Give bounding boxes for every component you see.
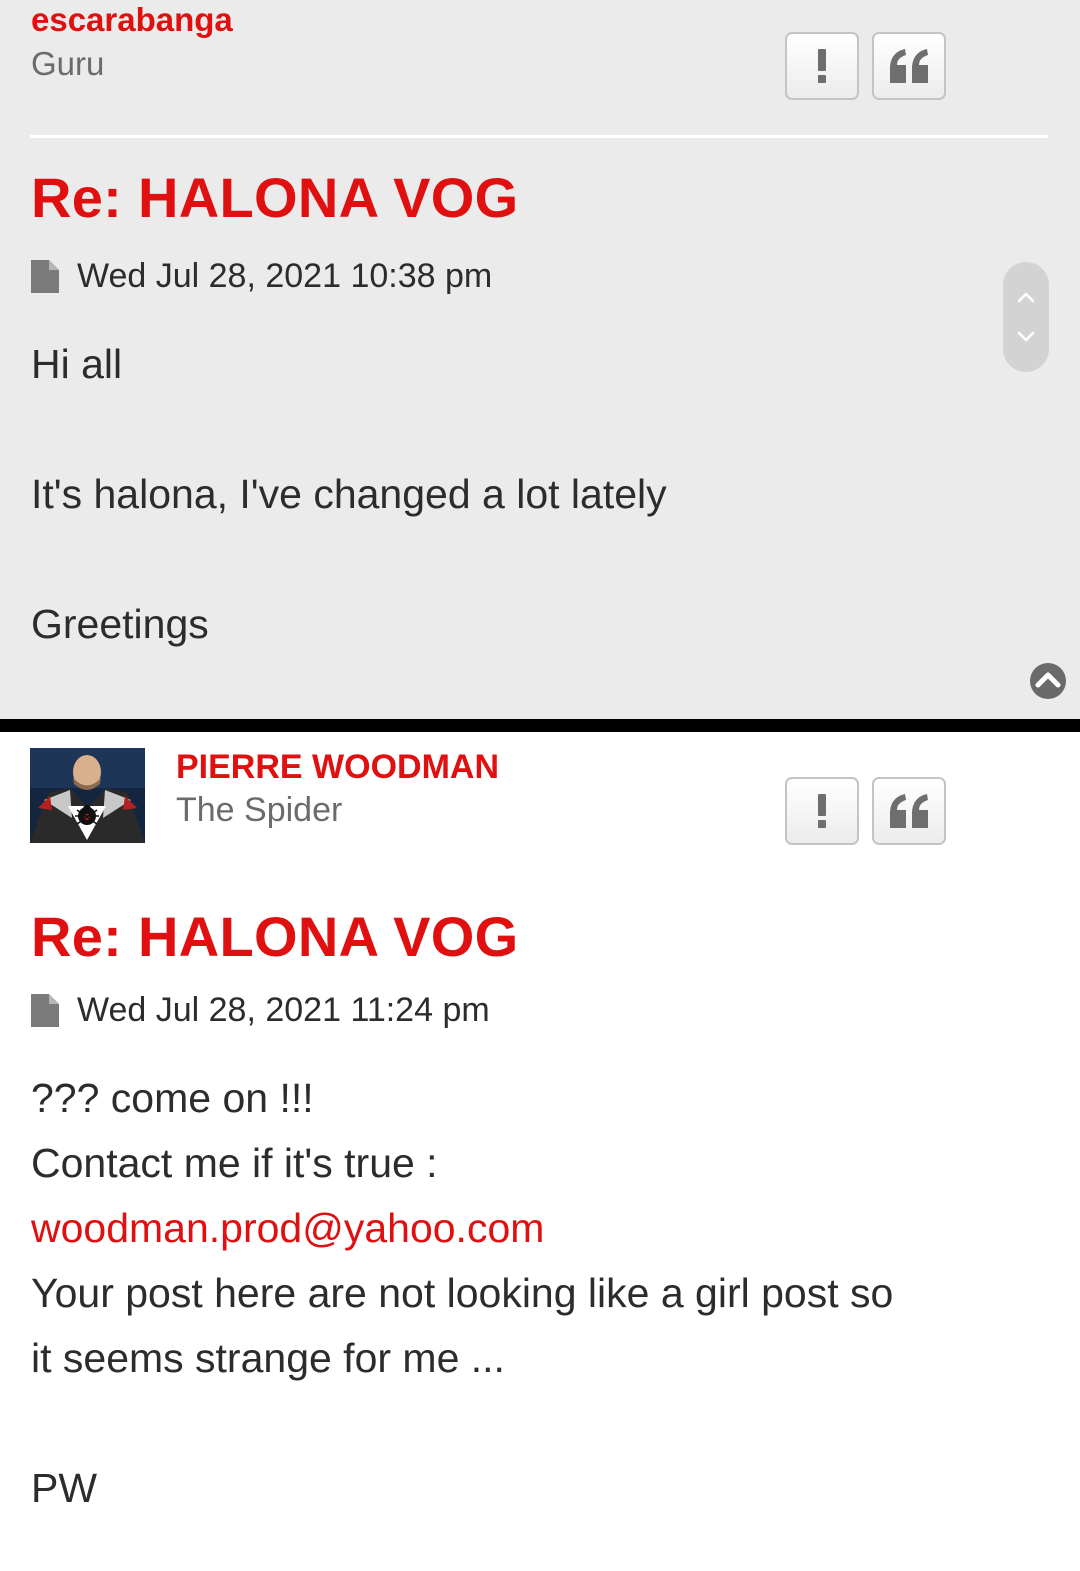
exclamation-icon xyxy=(818,49,826,83)
post-date: Wed Jul 28, 2021 11:24 pm xyxy=(77,990,490,1029)
report-button[interactable] xyxy=(785,32,859,100)
post-content: ??? come on !!! Contact me if it's true … xyxy=(31,1066,893,1521)
exclamation-icon xyxy=(818,794,826,828)
post-separator xyxy=(0,719,1080,732)
post-signature: PW xyxy=(31,1465,98,1511)
post-author[interactable]: PIERRE WOODMAN xyxy=(176,746,499,788)
post-line: Greetings xyxy=(31,601,209,647)
avatar[interactable] xyxy=(30,748,145,843)
post-title[interactable]: Re: HALONA VOG xyxy=(31,166,518,230)
quote-icon xyxy=(890,49,928,83)
post-line: Hi all xyxy=(31,341,123,387)
email-link[interactable]: woodman.prod@yahoo.com xyxy=(31,1205,544,1251)
post-divider xyxy=(30,135,1048,138)
document-icon[interactable] xyxy=(31,993,59,1027)
back-to-top-icon[interactable] xyxy=(1029,662,1067,700)
quote-button[interactable] xyxy=(872,32,946,100)
page-scroller[interactable] xyxy=(1003,262,1049,372)
post-line: Contact me if it's true : xyxy=(31,1140,438,1186)
author-rank: The Spider xyxy=(176,791,343,829)
post-line: ??? come on !!! xyxy=(31,1075,314,1121)
quote-icon xyxy=(890,794,928,828)
post-title[interactable]: Re: HALONA VOG xyxy=(31,905,518,969)
post-meta: Wed Jul 28, 2021 11:24 pm xyxy=(31,989,490,1031)
author-rank: Guru xyxy=(31,45,105,82)
quote-button[interactable] xyxy=(872,777,946,845)
document-icon[interactable] xyxy=(31,259,59,293)
post-line: it seems strange for me ... xyxy=(31,1335,505,1381)
post-1: escarabanga Guru Re: HALONA VOG Wed Jul … xyxy=(0,0,1080,719)
post-line: It's halona, I've changed a lot lately xyxy=(31,471,667,517)
post-line: Your post here are not looking like a gi… xyxy=(31,1270,894,1316)
post-meta: Wed Jul 28, 2021 10:38 pm xyxy=(31,255,492,297)
post-content: Hi all It's halona, I've changed a lot l… xyxy=(31,332,667,657)
chevron-up-icon[interactable] xyxy=(1016,288,1036,308)
report-button[interactable] xyxy=(785,777,859,845)
post-author[interactable]: escarabanga xyxy=(31,0,233,40)
chevron-down-icon[interactable] xyxy=(1016,326,1036,346)
post-date: Wed Jul 28, 2021 10:38 pm xyxy=(77,256,493,295)
